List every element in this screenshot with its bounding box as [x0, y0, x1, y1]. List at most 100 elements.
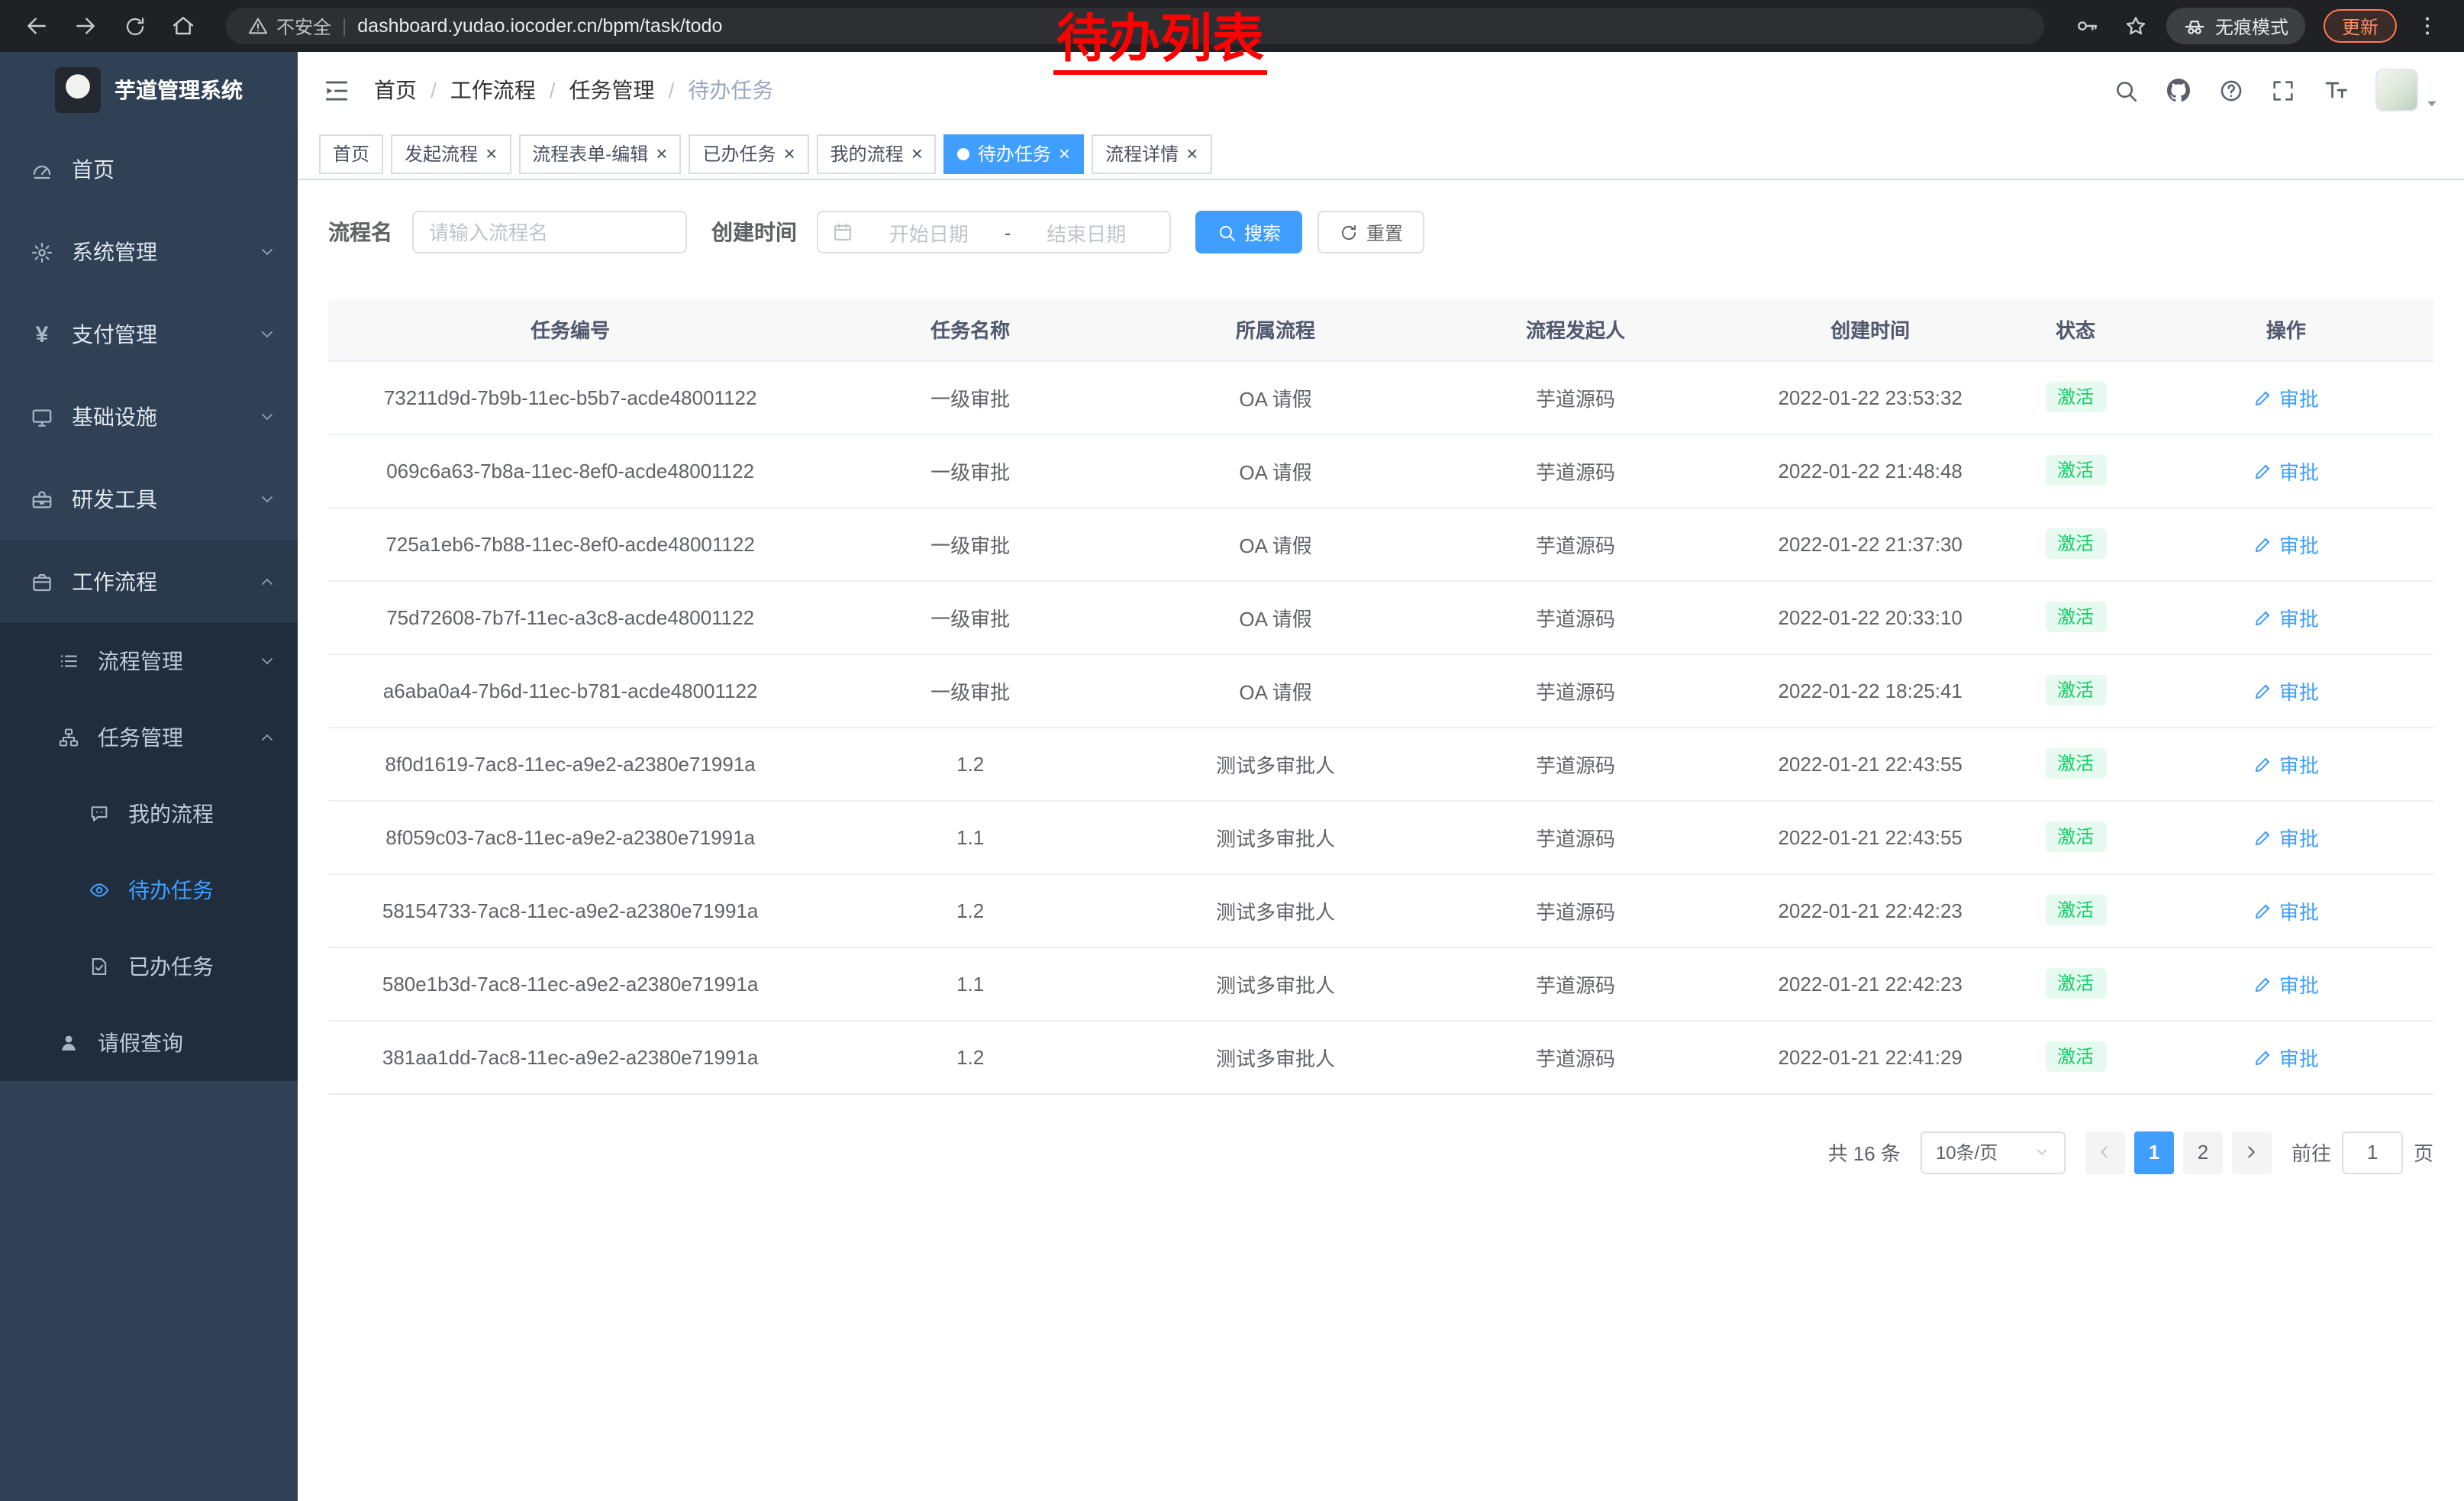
font-size-button[interactable] [2322, 76, 2350, 104]
approve-link[interactable]: 审批 [2253, 383, 2319, 412]
cell-created: 2022-01-22 23:53:32 [1728, 360, 2012, 434]
prev-page-button[interactable] [2085, 1131, 2125, 1173]
tab-todo-tasks[interactable]: 待办任务× [944, 134, 1084, 173]
tab-form-edit[interactable]: 流程表单-编辑× [518, 134, 681, 173]
table-row: 381aa1dd-7ac8-11ec-a9e2-a2380e71991a 1.2… [328, 1020, 2433, 1093]
user-menu[interactable] [2375, 69, 2440, 111]
sidebar-item-dev-tools[interactable]: 研发工具 [0, 458, 298, 541]
gear-icon [31, 240, 53, 263]
address-bar[interactable]: 不安全 | dashboard.yudao.iocoder.cn/bpm/tas… [226, 8, 2044, 44]
page-button-1[interactable]: 1 [2134, 1131, 2174, 1173]
reset-button[interactable]: 重置 [1317, 211, 1424, 253]
sidebar-item-system-mgmt[interactable]: 系统管理 [0, 211, 298, 293]
table-row: 580e1b3d-7ac8-11ec-a9e2-a2380e71991a 1.1… [328, 947, 2433, 1020]
sidebar-item-task-mgmt[interactable]: 任务管理 [0, 699, 298, 776]
approve-link[interactable]: 审批 [2253, 1042, 2319, 1071]
github-link[interactable] [2165, 76, 2192, 104]
edit-icon [2253, 754, 2273, 773]
table-row: 75d72608-7b7f-11ec-a3c8-acde48001122 一级审… [328, 580, 2433, 654]
cell-starter: 芋道源码 [1423, 727, 1728, 800]
column-header-task-id: 任务编号 [328, 299, 812, 360]
sidebar-item-my-process[interactable]: 我的流程 [0, 776, 298, 852]
browser-update-button[interactable]: 更新 [2324, 9, 2397, 43]
close-icon[interactable]: × [1186, 144, 1198, 163]
chevron-left-icon [2095, 1142, 2115, 1162]
goto-page-input[interactable] [2342, 1131, 2403, 1173]
status-badge: 激活 [2045, 602, 2106, 632]
screen: 待办列表 不安全 | dashboard.yudao.iocoder.cn/bp… [0, 0, 2464, 1501]
close-icon[interactable]: × [783, 144, 795, 163]
browser-home-button[interactable] [165, 8, 202, 44]
browser-forward-button[interactable] [67, 8, 104, 44]
browser-menu-button[interactable] [2409, 8, 2446, 44]
sidebar-item-done-tasks[interactable]: 已办任务 [0, 928, 298, 1005]
sidebar-item-todo-tasks[interactable]: 待办任务 [0, 852, 298, 928]
header-search-button[interactable] [2113, 77, 2139, 103]
password-key-icon[interactable] [2069, 8, 2105, 44]
end-date-placeholder[interactable]: 结束日期 [1017, 218, 1156, 247]
breadcrumb-workflow[interactable]: 工作流程 [450, 75, 536, 105]
sidebar-item-home[interactable]: 首页 [0, 128, 298, 211]
tab-done-tasks[interactable]: 已办任务× [689, 134, 808, 173]
sidebar-item-payment-mgmt[interactable]: ¥ 支付管理 [0, 293, 298, 376]
app-logo[interactable]: 芋道管理系统 [0, 52, 298, 128]
edit-icon [2253, 900, 2273, 920]
cell-starter: 芋道源码 [1423, 580, 1728, 654]
tab-my-processes[interactable]: 我的流程× [817, 134, 937, 173]
security-status[interactable]: 不安全 [247, 13, 331, 39]
approve-link[interactable]: 审批 [2253, 896, 2319, 925]
next-page-button[interactable] [2232, 1131, 2272, 1173]
sidebar-item-infrastructure[interactable]: 基础设施 [0, 376, 298, 458]
breadcrumb-task-mgmt[interactable]: 任务管理 [569, 75, 655, 105]
hamburger-icon [322, 76, 351, 105]
tab-initiate-process[interactable]: 发起流程× [391, 134, 511, 173]
chevron-down-icon [2033, 1144, 2050, 1160]
browser-back-button[interactable] [18, 8, 55, 44]
cell-task-name: 1.2 [812, 1020, 1128, 1093]
browser-reload-button[interactable] [116, 8, 153, 44]
cell-process: 测试多审批人 [1128, 873, 1423, 947]
cell-process: OA 请假 [1128, 654, 1423, 727]
table-row: 58154733-7ac8-11ec-a9e2-a2380e71991a 1.2… [328, 873, 2433, 947]
bookmark-star-icon[interactable] [2117, 8, 2154, 44]
approve-link[interactable]: 审批 [2253, 676, 2319, 705]
edit-icon [2253, 460, 2273, 480]
breadcrumb-home[interactable]: 首页 [374, 75, 417, 105]
approve-link[interactable]: 审批 [2253, 969, 2319, 998]
close-icon[interactable]: × [911, 144, 923, 163]
chevron-down-icon [258, 408, 276, 426]
approve-link[interactable]: 审批 [2253, 602, 2319, 631]
sidebar-collapse-button[interactable] [322, 76, 351, 105]
breadcrumb: 首页 / 工作流程 / 任务管理 / 待办任务 [374, 75, 773, 105]
fullscreen-button[interactable] [2270, 77, 2296, 103]
page-button-2[interactable]: 2 [2183, 1131, 2223, 1173]
process-name-input[interactable] [412, 211, 687, 253]
search-button[interactable]: 搜索 [1195, 211, 1302, 253]
approve-link[interactable]: 审批 [2253, 529, 2319, 558]
close-icon[interactable]: × [656, 144, 667, 163]
help-button[interactable] [2218, 77, 2244, 103]
approve-link[interactable]: 审批 [2253, 749, 2319, 778]
sidebar-item-workflow[interactable]: 工作流程 [0, 541, 298, 623]
cell-task-id: 75d72608-7b7f-11ec-a3c8-acde48001122 [328, 580, 812, 654]
help-icon [2218, 77, 2244, 103]
cell-starter: 芋道源码 [1423, 434, 1728, 507]
cell-created: 2022-01-22 20:33:10 [1728, 580, 2012, 654]
cell-task-name: 一级审批 [812, 507, 1128, 580]
cell-task-name: 一级审批 [812, 360, 1128, 434]
tab-process-detail[interactable]: 流程详情× [1092, 134, 1211, 173]
close-icon[interactable]: × [1059, 144, 1070, 163]
sidebar-item-process-mgmt[interactable]: 流程管理 [0, 623, 298, 699]
status-badge: 激活 [2045, 675, 2106, 705]
close-icon[interactable]: × [485, 144, 497, 163]
approve-link[interactable]: 审批 [2253, 822, 2319, 851]
start-date-placeholder[interactable]: 开始日期 [859, 218, 998, 247]
tab-home[interactable]: 首页 [319, 134, 383, 173]
sidebar-item-leave-query[interactable]: 请假查询 [0, 1005, 298, 1081]
approve-link[interactable]: 审批 [2253, 456, 2319, 485]
cell-process: 测试多审批人 [1128, 947, 1423, 1020]
table-row: 8f0d1619-7ac8-11ec-a9e2-a2380e71991a 1.2… [328, 727, 2433, 800]
date-range-picker[interactable]: 开始日期 - 结束日期 [817, 211, 1171, 253]
incognito-icon [2183, 15, 2206, 37]
page-size-select[interactable]: 10条/页 [1921, 1131, 2066, 1173]
